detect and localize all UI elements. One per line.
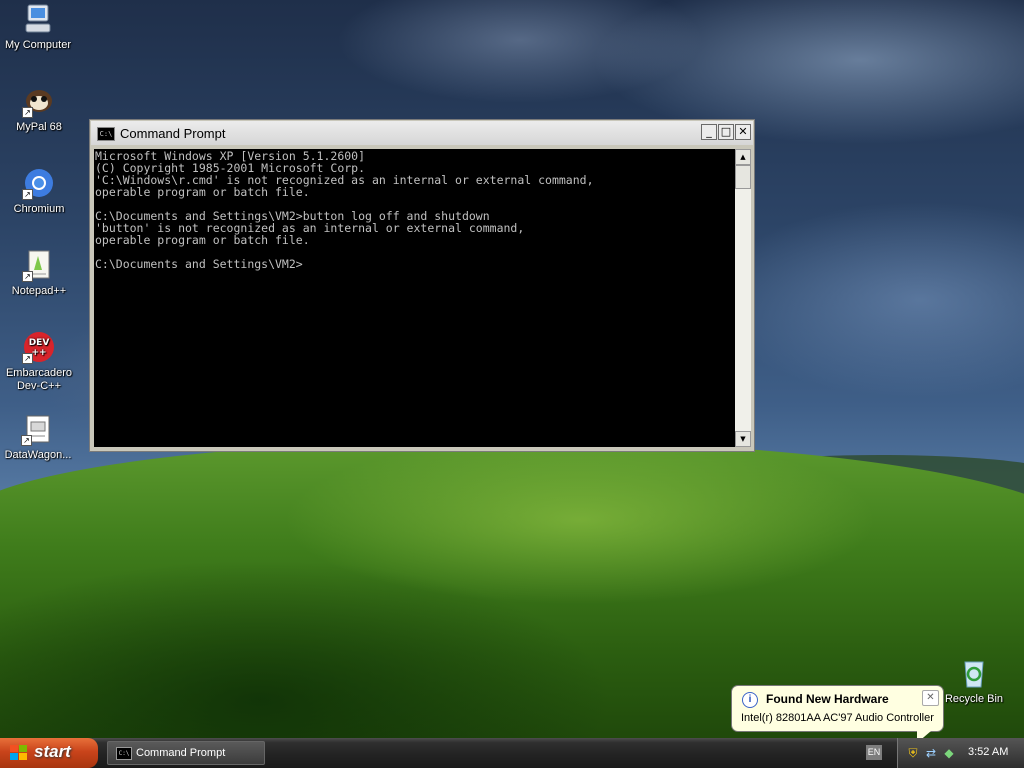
console-line: operable program or batch file.: [95, 185, 310, 199]
window-title: Command Prompt: [120, 126, 226, 141]
shortcut-arrow-icon: ↗: [22, 271, 33, 282]
shortcut-arrow-icon: ↗: [22, 353, 33, 364]
shortcut-arrow-icon: ↗: [22, 107, 33, 118]
desktop-icon-devcpp[interactable]: DEV ++ ↗ Embarcadero Dev-C++: [1, 330, 77, 393]
taskbar: start C:\ Command Prompt EN ⛨ ⇄ ◆ 3:52 A…: [0, 738, 1024, 768]
recycle-bin-icon: [957, 656, 991, 690]
desktop-icon-recycle-bin[interactable]: Recycle Bin: [936, 656, 1012, 706]
desktop-icon-datawagon[interactable]: ↗ DataWagon...: [0, 412, 76, 462]
start-button[interactable]: start: [0, 738, 98, 768]
desktop-icon-label: MyPal 68: [16, 121, 62, 133]
console-line: operable program or batch file.: [95, 233, 310, 247]
my-computer-icon: [21, 2, 55, 36]
desktop-icon-label: Notepad++: [11, 285, 67, 297]
desktop-icon-label: My Computer: [4, 39, 72, 51]
desktop-icon-label: Embarcadero Dev-C++: [5, 367, 73, 392]
notepad-plus-plus-icon: ↗: [22, 248, 56, 282]
mypal-icon: ↗: [22, 84, 56, 118]
desktop-icon-chromium[interactable]: ↗ Chromium: [1, 166, 77, 216]
devcpp-icon: DEV ++ ↗: [22, 330, 56, 364]
scroll-thumb[interactable]: [735, 165, 751, 189]
desktop-icon-label: Chromium: [13, 203, 65, 215]
svg-text:DEV: DEV: [29, 338, 50, 348]
balloon-close-button[interactable]: ✕: [922, 690, 939, 706]
datawagon-icon: ↗: [21, 412, 55, 446]
desktop-icon-mypal[interactable]: ↗ MyPal 68: [1, 84, 77, 134]
console-line: C:\Documents and Settings\VM2>: [95, 257, 303, 271]
info-icon: i: [742, 692, 758, 708]
notification-balloon[interactable]: i Found New Hardware Intel(r) 82801AA AC…: [731, 685, 944, 743]
desktop-icon-label: Recycle Bin: [944, 693, 1004, 705]
taskbar-item-command-prompt[interactable]: C:\ Command Prompt: [107, 741, 265, 765]
command-prompt-window[interactable]: C:\ Command Prompt _ □ ✕ Microsoft Windo…: [89, 119, 755, 452]
vertical-scrollbar[interactable]: ▲ ▼: [735, 149, 751, 447]
scroll-up-button[interactable]: ▲: [735, 149, 751, 165]
windows-flag-icon: [10, 745, 28, 761]
security-shield-icon[interactable]: ⛨: [906, 746, 920, 760]
balloon-title: Found New Hardware: [766, 692, 889, 706]
desktop-icon-notepad-plus-plus[interactable]: ↗ Notepad++: [1, 248, 77, 298]
clock: 3:52 AM: [968, 746, 1009, 758]
cmd-app-icon: C:\: [97, 127, 115, 141]
shortcut-arrow-icon: ↗: [22, 189, 33, 200]
console-output[interactable]: Microsoft Windows XP [Version 5.1.2600](…: [94, 149, 735, 447]
window-titlebar[interactable]: C:\ Command Prompt _ □ ✕: [91, 121, 753, 145]
balloon-body: Intel(r) 82801AA AC'97 Audio Controller: [741, 712, 934, 724]
hardware-icon[interactable]: ◆: [942, 746, 956, 760]
taskbar-item-label: Command Prompt: [136, 747, 226, 759]
shortcut-arrow-icon: ↗: [21, 435, 32, 446]
chromium-icon: ↗: [22, 166, 56, 200]
network-icon[interactable]: ⇄: [924, 746, 938, 760]
svg-text:++: ++: [31, 348, 46, 358]
minimize-button[interactable]: _: [701, 124, 717, 140]
cmd-app-icon: C:\: [116, 747, 132, 760]
system-tray: ⛨ ⇄ ◆ 3:52 AM: [897, 738, 1024, 768]
start-label: start: [34, 742, 71, 761]
scroll-down-button[interactable]: ▼: [735, 431, 751, 447]
desktop-icon-my-computer[interactable]: My Computer: [0, 2, 76, 52]
language-indicator[interactable]: EN: [866, 745, 882, 760]
desktop-icon-label: DataWagon...: [4, 449, 72, 461]
close-button[interactable]: ✕: [735, 124, 751, 140]
maximize-button[interactable]: □: [718, 124, 734, 140]
